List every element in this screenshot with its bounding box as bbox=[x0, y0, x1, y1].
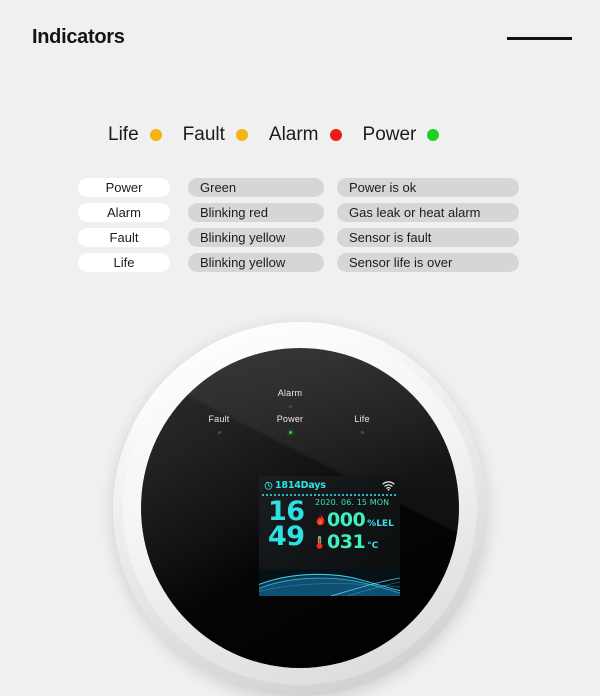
lcd-date: 2020. 06. 15 MON bbox=[315, 498, 390, 507]
device-led-dot-fault bbox=[217, 431, 221, 434]
lcd-clock: 16 49 bbox=[268, 498, 305, 552]
row-color-life: Blinking yellow bbox=[188, 253, 324, 272]
lcd-screen: 1814Days 16 49 2020. 06. 15 MON 000 %LEL… bbox=[259, 476, 400, 596]
power-indicator-dot bbox=[427, 129, 440, 141]
legend-label-power: Power bbox=[362, 124, 417, 145]
fault-indicator-dot bbox=[235, 129, 248, 141]
device-led-label-life: Life bbox=[354, 414, 370, 424]
lcd-status-bar: 1814Days bbox=[259, 476, 400, 493]
table-row: Life Blinking yellow Sensor life is over bbox=[78, 253, 519, 272]
row-name-alarm: Alarm bbox=[78, 203, 170, 222]
device-led-label-alarm: Alarm bbox=[277, 388, 303, 398]
legend-item-power: Power bbox=[363, 124, 440, 146]
row-desc-life: Sensor life is over bbox=[337, 253, 519, 272]
lcd-readout: 16 49 2020. 06. 15 MON 000 %LEL 031 °C bbox=[259, 496, 400, 561]
device-led-label-fault: Fault bbox=[208, 414, 230, 424]
thermometer-icon bbox=[315, 535, 326, 550]
header-rule bbox=[507, 37, 572, 40]
table-row: Power Green Power is ok bbox=[78, 178, 519, 197]
legend-item-life: Life bbox=[108, 124, 183, 146]
row-desc-power: Power is ok bbox=[337, 178, 519, 197]
indicator-legend: Life Fault Alarm Power bbox=[108, 124, 440, 146]
device-led-fault: Fault bbox=[184, 414, 254, 434]
lcd-days-group: 1814Days bbox=[264, 480, 326, 491]
lcd-gas-reading: 000 %LEL bbox=[315, 509, 394, 531]
flame-icon bbox=[315, 513, 326, 528]
table-row: Fault Blinking yellow Sensor is fault bbox=[78, 228, 519, 247]
gas-detector-device: Alarm Fault Power Life 1814Days 16 49 20… bbox=[113, 322, 487, 696]
indicator-table: Power Green Power is ok Alarm Blinking r… bbox=[78, 178, 519, 278]
wifi-icon bbox=[382, 480, 395, 491]
row-desc-fault: Sensor is fault bbox=[337, 228, 519, 247]
row-name-life: Life bbox=[78, 253, 170, 272]
legend-label-alarm: Alarm bbox=[268, 124, 319, 145]
row-color-fault: Blinking yellow bbox=[188, 228, 324, 247]
alarm-indicator-dot bbox=[329, 129, 342, 141]
legend-label-life: Life bbox=[108, 124, 139, 145]
legend-item-alarm: Alarm bbox=[269, 124, 363, 146]
legend-item-fault: Fault bbox=[183, 124, 269, 146]
clock-icon bbox=[264, 481, 273, 490]
device-led-power: Power bbox=[255, 414, 325, 434]
row-desc-alarm: Gas leak or heat alarm bbox=[337, 203, 519, 222]
lcd-gas-unit: %LEL bbox=[367, 519, 394, 529]
row-name-fault: Fault bbox=[78, 228, 170, 247]
page-title: Indicators bbox=[32, 26, 125, 48]
device-led-dot-alarm bbox=[288, 405, 292, 408]
life-indicator-dot bbox=[149, 129, 162, 141]
table-row: Alarm Blinking red Gas leak or heat alar… bbox=[78, 203, 519, 222]
lcd-days-value: 1814Days bbox=[275, 480, 326, 491]
row-color-alarm: Blinking red bbox=[188, 203, 324, 222]
device-face: Alarm Fault Power Life 1814Days 16 49 20… bbox=[141, 348, 459, 668]
device-led-life: Life bbox=[327, 414, 397, 434]
lcd-gas-value: 000 bbox=[327, 509, 366, 531]
device-led-dot-life bbox=[360, 431, 364, 434]
device-led-alarm: Alarm bbox=[255, 388, 325, 408]
device-led-label-power: Power bbox=[276, 414, 304, 424]
lcd-temperature-unit: °C bbox=[367, 541, 379, 551]
row-color-power: Green bbox=[188, 178, 324, 197]
row-name-power: Power bbox=[78, 178, 170, 197]
lcd-wave-graphic bbox=[259, 569, 400, 596]
device-led-dot-power bbox=[288, 431, 292, 434]
lcd-minute: 49 bbox=[268, 521, 305, 552]
lcd-temperature-reading: 031 °C bbox=[315, 531, 378, 553]
lcd-temperature-value: 031 bbox=[327, 531, 366, 553]
legend-label-fault: Fault bbox=[182, 124, 225, 145]
